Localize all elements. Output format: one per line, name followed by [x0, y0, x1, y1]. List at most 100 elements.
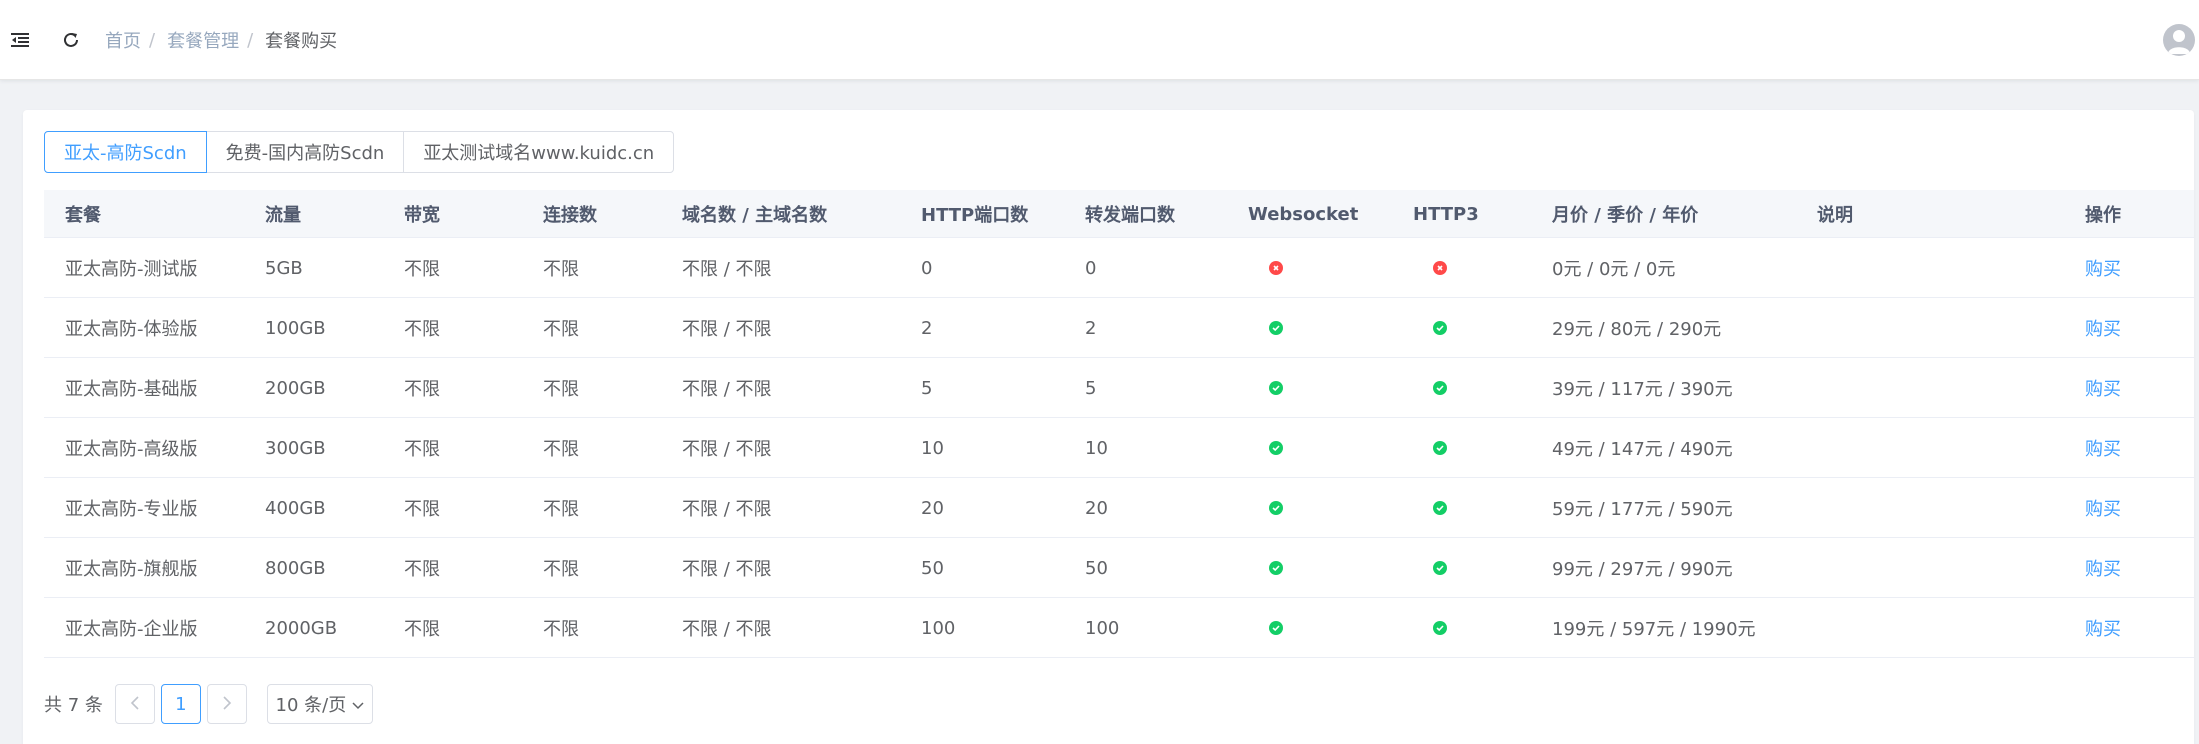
buy-button[interactable]: 购买 — [2085, 255, 2121, 281]
column-header-price: 月价 / 季价 / 年价 — [1552, 205, 1699, 226]
buy-link[interactable]: 购买 — [2085, 418, 2121, 478]
cell-forward-ports: 5 — [1085, 358, 1096, 418]
cell-bandwidth: 不限 — [404, 538, 440, 598]
cell-domains-text: 不限 / 不限 — [682, 259, 772, 280]
cell-domains: 不限 / 不限 — [682, 538, 772, 598]
cell-package-text: 亚太高防-基础版 — [65, 379, 198, 400]
cell-http-ports-text: 5 — [921, 377, 933, 399]
tab-free-domestic-scdn[interactable]: 免费-国内高防Scdn — [205, 131, 405, 173]
cell-websocket — [1269, 598, 1283, 658]
cell-traffic: 100GB — [265, 298, 326, 358]
pagination-total: 共 7 条 — [44, 695, 103, 716]
cell-connections: 不限 — [543, 538, 579, 598]
page-size-value: 10 条/页 — [275, 695, 347, 716]
cell-http-ports-text: 20 — [921, 497, 944, 519]
cell-connections: 不限 — [543, 238, 579, 298]
table-row: 亚太高防-企业版 2000GB 不限 不限 不限 / 不限 100 100 199元 / 59… — [44, 598, 2194, 658]
cell-websocket — [1269, 238, 1283, 298]
cell-http-ports: 50 — [921, 538, 944, 598]
cell-traffic-text: 2000GB — [265, 617, 338, 639]
buy-link[interactable]: 购买 — [2085, 298, 2121, 358]
check-circle-icon — [1433, 501, 1447, 515]
tab-asia-test-domain[interactable]: 亚太测试域名www.kuidc.cn — [403, 131, 675, 173]
cell-domains-text: 不限 / 不限 — [682, 559, 772, 580]
cell-http-ports: 5 — [921, 358, 932, 418]
prev-page-button[interactable] — [114, 684, 155, 724]
cell-price: 59元 / 177元 / 590元 — [1552, 478, 1733, 538]
cell-forward-ports: 10 — [1085, 418, 1108, 478]
buy-button[interactable]: 购买 — [2085, 435, 2121, 461]
user-avatar-icon[interactable] — [2163, 24, 2195, 56]
next-page-button[interactable] — [206, 684, 247, 724]
cell-connections-text: 不限 — [543, 439, 579, 460]
chevron-down-icon — [352, 694, 364, 715]
table-row: 亚太高防-旗舰版 800GB 不限 不限 不限 / 不限 50 50 99元 / 297元 /… — [44, 538, 2194, 598]
cell-package-text: 亚太高防-测试版 — [65, 259, 198, 280]
buy-link[interactable]: 购买 — [2085, 238, 2121, 298]
cell-forward-ports: 0 — [1085, 238, 1096, 298]
cell-websocket — [1269, 478, 1283, 538]
page-size-select[interactable]: 10 条/页 — [266, 684, 373, 724]
cell-domains-text: 不限 / 不限 — [682, 379, 772, 400]
check-circle-icon — [1269, 441, 1283, 455]
check-circle-icon — [1433, 381, 1447, 395]
cell-bandwidth-text: 不限 — [404, 439, 440, 460]
buy-button[interactable]: 购买 — [2085, 315, 2121, 341]
page-number[interactable]: 1 — [160, 684, 201, 724]
cell-connections: 不限 — [543, 358, 579, 418]
cell-bandwidth-text: 不限 — [404, 559, 440, 580]
table-row: 亚太高防-体验版 100GB 不限 不限 不限 / 不限 2 2 29元 / 80元 / 29… — [44, 298, 2194, 358]
cell-price: 29元 / 80元 / 290元 — [1552, 298, 1721, 358]
cell-package: 亚太高防-基础版 — [65, 358, 198, 418]
cell-http3 — [1433, 478, 1447, 538]
buy-link[interactable]: 购买 — [2085, 538, 2121, 598]
cell-traffic: 200GB — [265, 358, 326, 418]
buy-button[interactable]: 购买 — [2085, 615, 2121, 641]
buy-link[interactable]: 购买 — [2085, 598, 2121, 658]
cell-http3 — [1433, 238, 1447, 298]
buy-button[interactable]: 购买 — [2085, 495, 2121, 521]
cell-domains-text: 不限 / 不限 — [682, 499, 772, 520]
cell-domains-text: 不限 / 不限 — [682, 319, 772, 340]
check-circle-icon — [1433, 621, 1447, 635]
cell-price: 49元 / 147元 / 490元 — [1552, 418, 1733, 478]
breadcrumb-package-management[interactable]: 套餐管理 — [167, 27, 239, 53]
buy-button[interactable]: 购买 — [2085, 375, 2121, 401]
table-row: 亚太高防-高级版 300GB 不限 不限 不限 / 不限 10 10 49元 / 147元 /… — [44, 418, 2194, 478]
buy-button[interactable]: 购买 — [2085, 555, 2121, 581]
cell-http-ports: 10 — [921, 418, 944, 478]
cell-bandwidth: 不限 — [404, 298, 440, 358]
buy-link[interactable]: 购买 — [2085, 478, 2121, 538]
check-circle-icon — [1269, 621, 1283, 635]
cell-domains: 不限 / 不限 — [682, 358, 772, 418]
buy-link[interactable]: 购买 — [2085, 358, 2121, 418]
table-row: 亚太高防-专业版 400GB 不限 不限 不限 / 不限 20 20 59元 / 177元 /… — [44, 478, 2194, 538]
column-header-http3: HTTP3 — [1413, 203, 1479, 225]
cell-bandwidth-text: 不限 — [404, 619, 440, 640]
main-card: 亚太-高防Scdn 免费-国内高防Scdn 亚太测试域名www.kuidc.cn… — [23, 110, 2194, 744]
cell-forward-ports-text: 100 — [1085, 617, 1120, 639]
cell-traffic: 800GB — [265, 538, 326, 598]
column-header-http-ports: HTTP端口数 — [921, 205, 1029, 226]
menu-fold-icon[interactable] — [9, 29, 31, 51]
cell-forward-ports: 2 — [1085, 298, 1096, 358]
refresh-icon[interactable] — [60, 29, 82, 51]
breadcrumb: 首页 / 套餐管理 / 套餐购买 — [105, 27, 337, 53]
cell-price-text: 199元 / 597元 / 1990元 — [1552, 619, 1756, 640]
cell-price-text: 39元 / 117元 / 390元 — [1552, 379, 1733, 400]
cell-connections: 不限 — [543, 598, 579, 658]
breadcrumb-home[interactable]: 首页 — [105, 27, 141, 53]
cell-connections-text: 不限 — [543, 259, 579, 280]
cell-bandwidth: 不限 — [404, 238, 440, 298]
cell-connections: 不限 — [543, 298, 579, 358]
cell-connections-text: 不限 — [543, 619, 579, 640]
cell-traffic-text: 400GB — [265, 497, 326, 519]
cell-forward-ports: 20 — [1085, 478, 1108, 538]
cell-traffic: 2000GB — [265, 598, 337, 658]
table-row: 亚太高防-基础版 200GB 不限 不限 不限 / 不限 5 5 39元 / 117元 / 3… — [44, 358, 2194, 418]
cell-package-text: 亚太高防-高级版 — [65, 439, 198, 460]
cell-domains: 不限 / 不限 — [682, 418, 772, 478]
tab-asia-ddos-scdn[interactable]: 亚太-高防Scdn — [44, 131, 207, 173]
cell-package-text: 亚太高防-体验版 — [65, 319, 198, 340]
cell-package-text: 亚太高防-旗舰版 — [65, 559, 198, 580]
